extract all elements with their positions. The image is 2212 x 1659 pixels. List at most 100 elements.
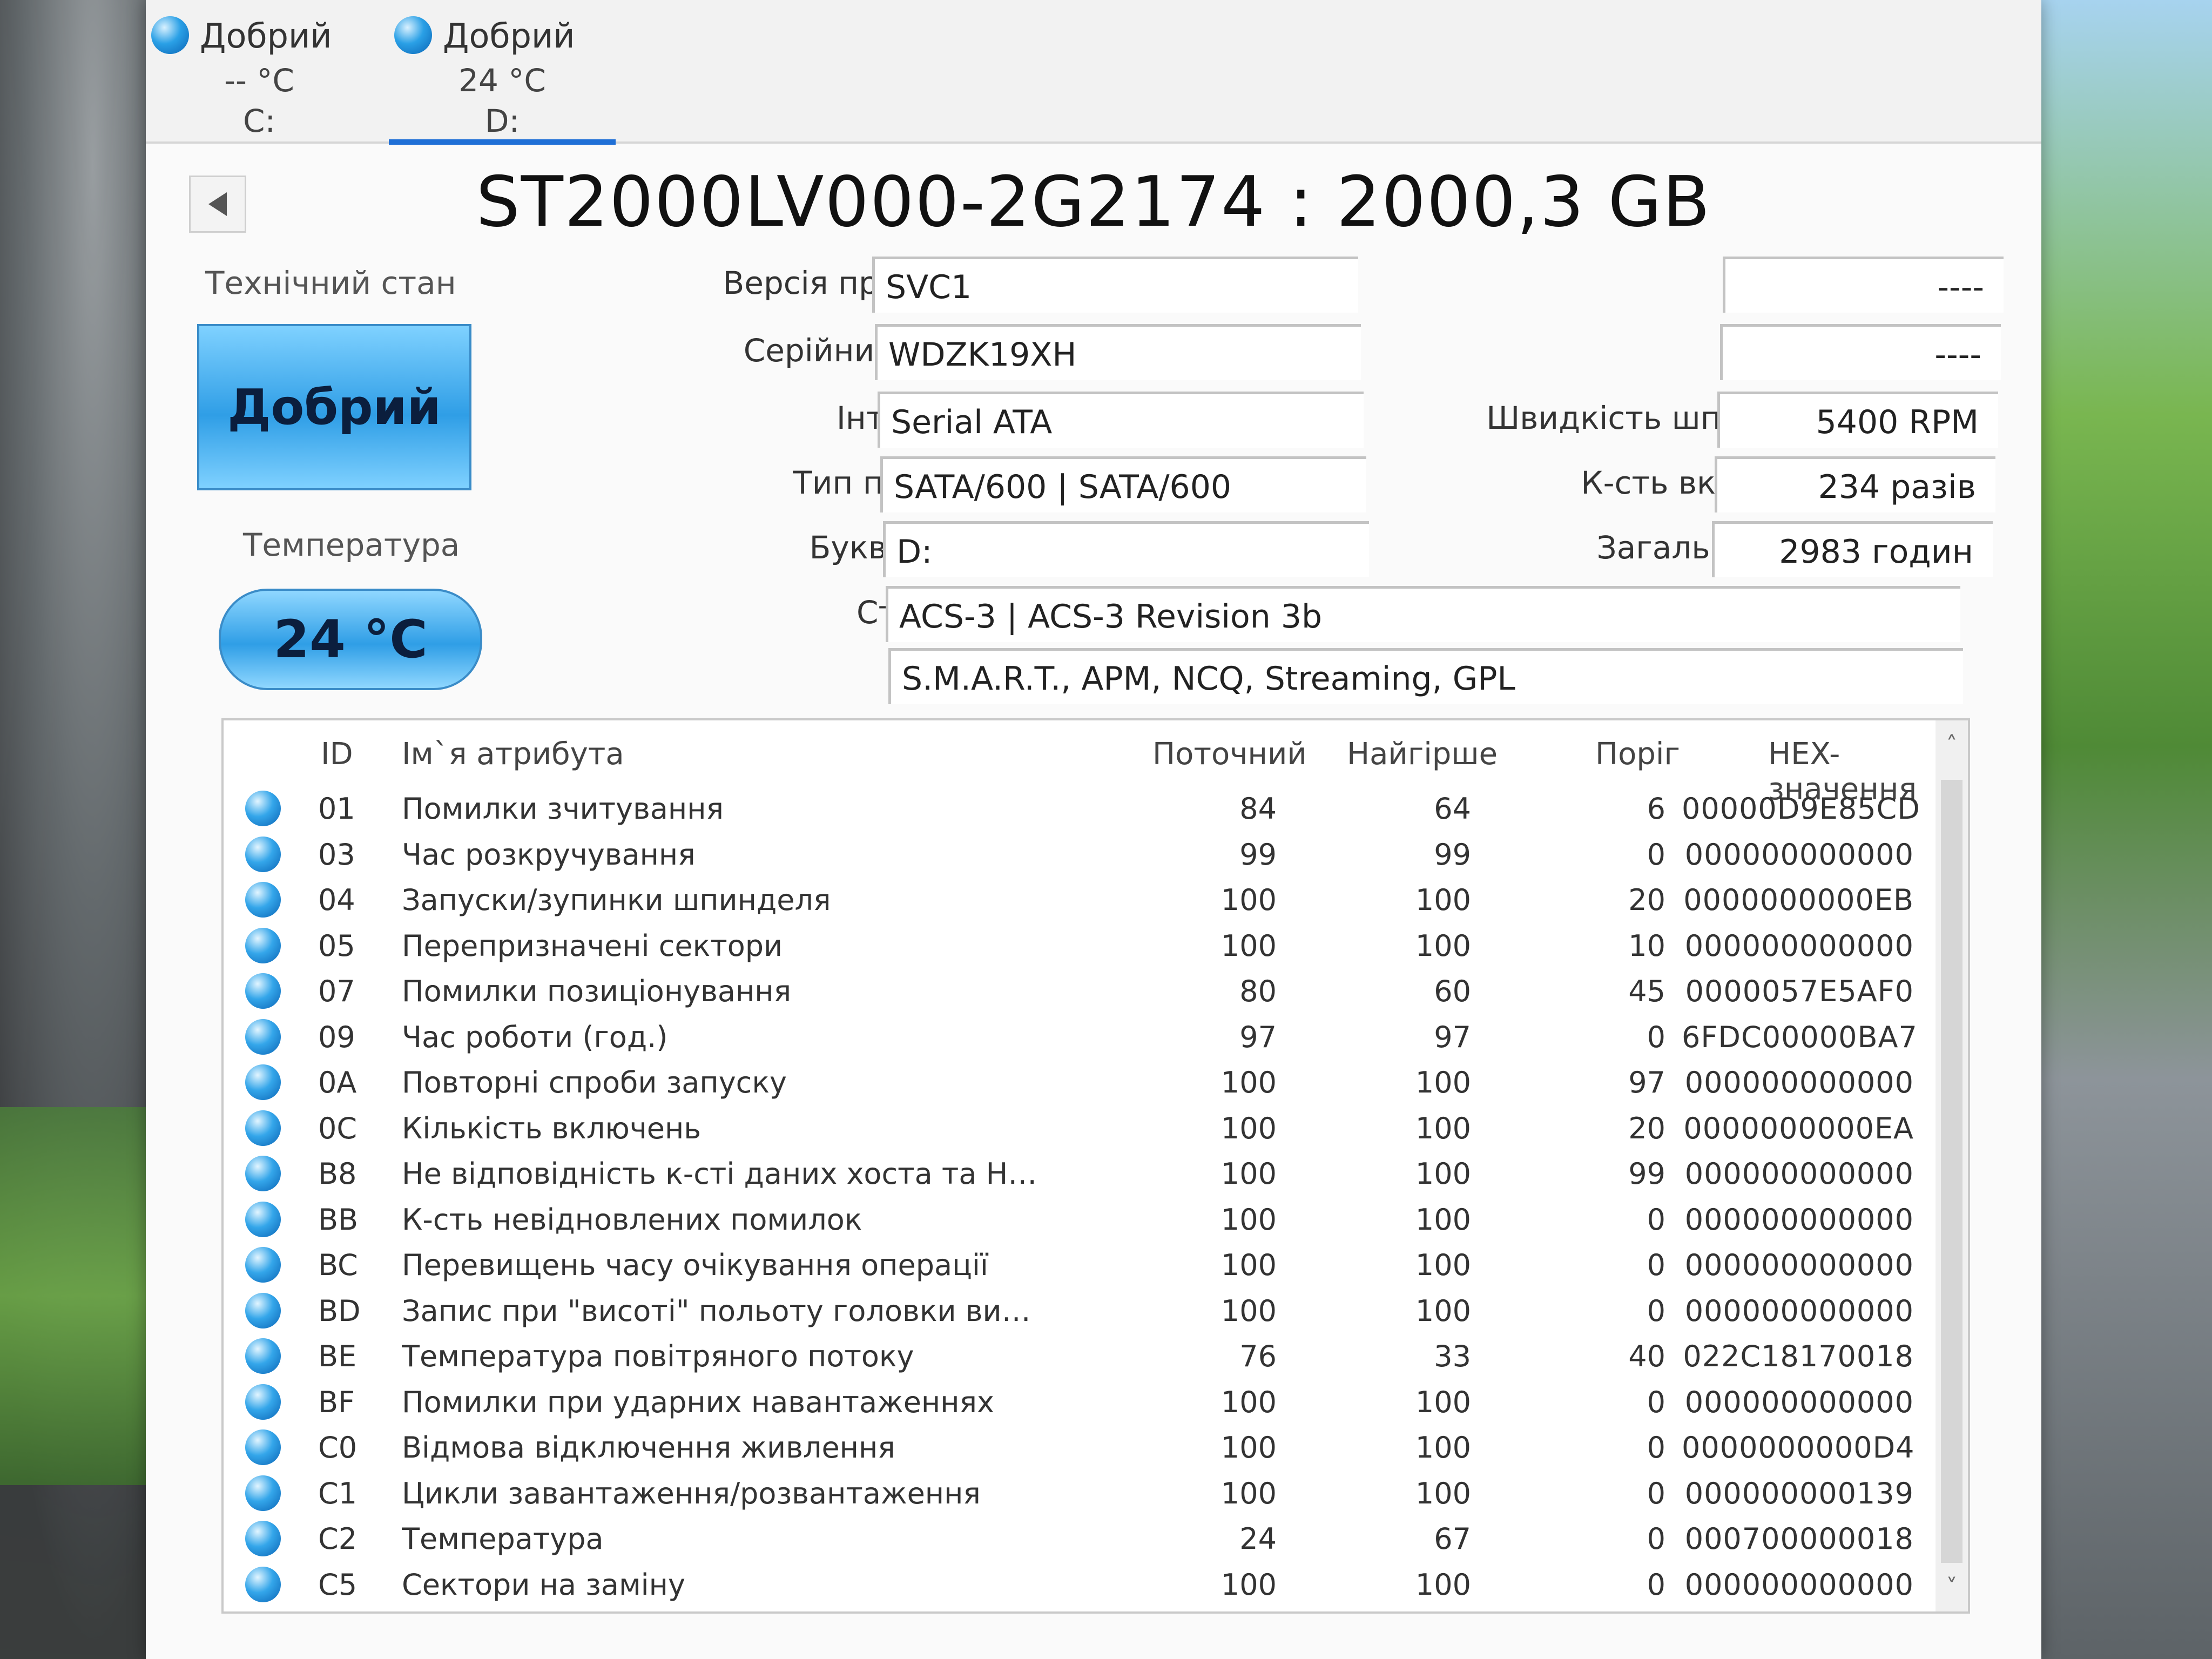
status-dot-icon	[151, 16, 189, 54]
attr-threshold: 0	[1647, 1431, 1665, 1465]
drive-temp: 24 °C	[458, 62, 546, 99]
attr-raw: 000000000000	[1684, 1202, 1914, 1237]
table-row[interactable]: C0 Відмова відключення живлення 100 100 0 000…	[224, 1424, 1936, 1469]
attr-current: 100	[1220, 1476, 1277, 1510]
smart-attributes-table[interactable]: ID Ім`я атрибута Поточний Найгірше Поріг…	[221, 718, 1970, 1614]
attr-worst: 67	[1434, 1522, 1471, 1556]
attr-threshold: 0	[1647, 1522, 1665, 1556]
attr-name: Температура повітряного потоку	[402, 1339, 914, 1373]
attr-id: C1	[318, 1476, 358, 1510]
temperature-badge[interactable]: 24 °C	[219, 589, 482, 690]
table-row[interactable]: C2 Температура 24 67 0 000700000018	[224, 1515, 1936, 1561]
attr-name: Відмова відключення живлення	[402, 1431, 895, 1465]
attr-id: C0	[318, 1431, 358, 1465]
table-scrollbar[interactable]: ˄ ˅	[1936, 720, 1968, 1611]
attr-threshold: 0	[1647, 1248, 1665, 1282]
attr-name: Сектори на заміну	[402, 1567, 685, 1602]
status-dot-icon	[245, 1566, 281, 1602]
attr-worst: 100	[1415, 1111, 1471, 1145]
drive-tab-c[interactable]: Добрий -- °C C:	[146, 5, 373, 139]
scroll-down-icon[interactable]: ˅	[1941, 1574, 1963, 1601]
table-row[interactable]: 04 Запуски/зупинки шпинделя 100 100 20 000000…	[224, 876, 1936, 922]
table-row[interactable]: 03 Час розкручування 99 99 0 000000000000	[224, 831, 1936, 876]
attr-worst: 100	[1415, 1065, 1471, 1100]
status-dot-icon	[245, 1521, 281, 1556]
table-row[interactable]: BC Перевищень часу очікування операції 100…	[224, 1242, 1936, 1287]
attr-raw: 000000000000	[1684, 1293, 1914, 1328]
status-dot-icon	[245, 1110, 281, 1146]
attr-threshold: 20	[1628, 883, 1665, 917]
attr-threshold: 0	[1647, 1385, 1665, 1419]
power-count-field: 234 разів	[1715, 456, 1995, 512]
attr-raw: 0000057E5AF0	[1685, 974, 1914, 1008]
scrollbar-thumb[interactable]	[1941, 780, 1963, 1563]
attr-id: 09	[318, 1020, 355, 1054]
attr-current: 100	[1220, 1567, 1277, 1602]
status-dot-icon	[245, 1292, 281, 1328]
attr-worst: 100	[1415, 1385, 1471, 1419]
attr-raw: 0000000000EB	[1683, 883, 1914, 917]
attr-raw: 00000D9E85CD	[1682, 792, 1920, 826]
table-row[interactable]: 0C Кількість включень 100 100 20 0000000000EA	[224, 1105, 1936, 1150]
health-status-button[interactable]: Добрий	[197, 324, 471, 490]
table-row[interactable]: C5 Сектори на заміну 100 100 0 000000000000	[224, 1561, 1936, 1607]
table-row[interactable]: BF Помилки при ударних навантаженнях 100 10…	[224, 1379, 1936, 1424]
attr-threshold: 0	[1647, 1202, 1665, 1237]
header-name[interactable]: Ім`я атрибута	[402, 737, 624, 772]
table-header: ID Ім`я атрибута Поточний Найгірше Поріг…	[224, 720, 1968, 807]
attr-name: Перепризначені сектори	[402, 928, 783, 963]
drive-tab-bar: Добрий -- °C C: Добрий 24 °C D:	[146, 0, 2041, 145]
attr-id: C2	[318, 1522, 358, 1556]
attr-current: 100	[1220, 1157, 1277, 1191]
table-row[interactable]: 01 Помилки зчитування 84 64 6 00000D9E85CD	[224, 785, 1936, 831]
table-row[interactable]: 05 Перепризначені сектори 100 100 10 00000000…	[224, 922, 1936, 968]
table-row[interactable]: BD Запис при "висоті" польоту головки вищ…	[224, 1287, 1936, 1333]
attr-name: Повторні спроби запуску	[402, 1065, 787, 1100]
status-dot-icon	[245, 1201, 281, 1237]
drive-temp: -- °C	[224, 62, 294, 99]
status-dot-icon	[245, 791, 281, 826]
table-row[interactable]: C1 Цикли завантаження/розвантаження 100 100…	[224, 1470, 1936, 1515]
table-row[interactable]: 09 Час роботи (год.) 97 97 0 6FDC00000BA7	[224, 1014, 1936, 1059]
attr-current: 100	[1220, 1431, 1277, 1465]
header-worst[interactable]: Найгірше	[1347, 737, 1498, 772]
scroll-up-icon[interactable]: ˄	[1941, 731, 1963, 758]
table-row[interactable]: B8 Не відповідність к-сті даних хоста та …	[224, 1150, 1936, 1196]
attr-name: Помилки зчитування	[402, 792, 724, 826]
attr-raw: 000000000000	[1684, 928, 1914, 963]
attr-threshold: 99	[1628, 1157, 1665, 1191]
status-dot-icon	[245, 927, 281, 963]
attr-worst: 100	[1415, 928, 1471, 963]
attr-threshold: 45	[1628, 974, 1665, 1008]
firmware-field: SVC1	[872, 257, 1358, 313]
table-row[interactable]: 07 Помилки позиціонування 80 60 45 0000057E5A…	[224, 968, 1936, 1013]
attr-current: 84	[1239, 792, 1277, 826]
drive-status: Добрий	[443, 16, 575, 56]
attr-raw: 000700000018	[1684, 1522, 1914, 1556]
attr-current: 99	[1239, 837, 1277, 872]
attr-threshold: 10	[1628, 928, 1665, 963]
header-id[interactable]: ID	[321, 737, 353, 772]
serial-field: WDZK19XH	[875, 324, 1361, 380]
attr-worst: 64	[1434, 792, 1471, 826]
table-row[interactable]: 0A Повторні спроби запуску 100 100 97 0000000…	[224, 1059, 1936, 1104]
attr-threshold: 40	[1628, 1339, 1665, 1373]
rotation-field: 5400 RPM	[1717, 392, 1998, 448]
table-row[interactable]: BB К-сть невідновлених помилок 100 100 0 0000…	[224, 1196, 1936, 1242]
attr-raw: 000000000000	[1684, 1567, 1914, 1602]
attr-worst: 33	[1434, 1339, 1471, 1373]
status-dot-icon	[245, 1064, 281, 1100]
attr-current: 80	[1239, 974, 1277, 1008]
attr-threshold: 0	[1647, 1476, 1665, 1510]
attr-id: BC	[318, 1248, 358, 1282]
drive-letter: D:	[484, 103, 520, 139]
attr-threshold: 0	[1647, 837, 1665, 872]
table-row[interactable]: BE Температура повітряного потоку 76 33 40 02…	[224, 1333, 1936, 1378]
status-dot-icon	[245, 973, 281, 1009]
header-current[interactable]: Поточний	[1152, 737, 1307, 772]
drive-tab-d[interactable]: Добрий 24 °C D:	[389, 5, 616, 145]
header-threshold[interactable]: Поріг	[1595, 737, 1680, 772]
attr-raw: 022C18170018	[1683, 1339, 1914, 1373]
attr-current: 100	[1220, 883, 1277, 917]
attr-current: 100	[1220, 1065, 1277, 1100]
